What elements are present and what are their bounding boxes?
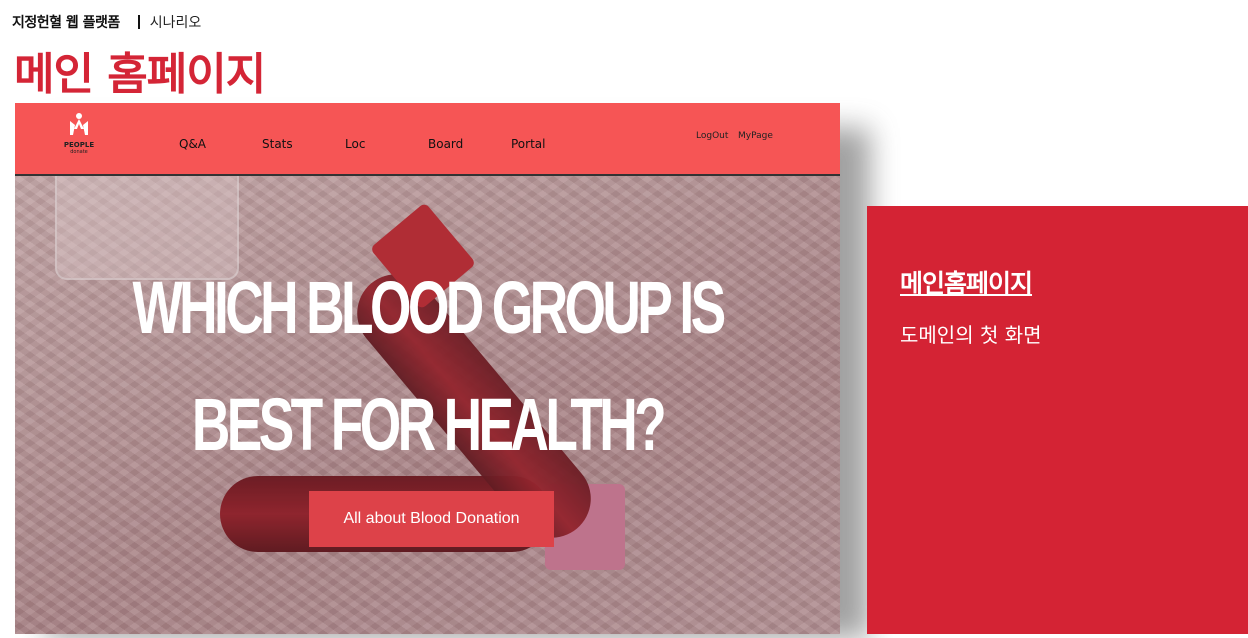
hero-headline-line1: WHICH BLOOD GROUP IS — [132, 266, 726, 349]
logout-link[interactable]: LogOut — [696, 131, 728, 141]
blood-donation-cta-button[interactable]: All about Blood Donation — [309, 491, 554, 547]
logo-text: PEOPLE — [63, 141, 95, 149]
nav-board[interactable]: Board — [428, 137, 463, 151]
panel-title: 메인홈페이지 — [900, 269, 1033, 298]
nav-qna[interactable]: Q&A — [179, 137, 206, 151]
nav-portal[interactable]: Portal — [511, 137, 545, 151]
site-logo[interactable]: PEOPLE donate — [59, 111, 99, 165]
divider — [137, 15, 140, 29]
website-frame: PEOPLE donate Q&A Stats Loc Board Portal… — [15, 103, 840, 634]
hero-headline-line2: BEST FOR HEALTH? — [191, 383, 667, 466]
mypage-link[interactable]: MyPage — [738, 131, 773, 141]
nav-loc[interactable]: Loc — [345, 137, 365, 151]
panel-description: 도메인의 첫 화면 — [900, 323, 1042, 347]
hero-banner: WHICH BLOOD GROUP IS BEST FOR HEALTH? Al… — [15, 176, 840, 634]
project-name: 지정헌혈 웹 플랫폼 — [12, 15, 120, 31]
page-title: 메인 홈페이지 — [14, 49, 266, 100]
site-navbar: PEOPLE donate Q&A Stats Loc Board Portal… — [15, 103, 840, 176]
header-line: 지정헌혈 웹 플랫폼 시나리오 — [12, 12, 201, 32]
section-label: 시나리오 — [149, 15, 202, 31]
logo-subtext: donate — [70, 149, 88, 155]
people-figure-icon — [70, 113, 88, 135]
website-screenshot: PEOPLE donate Q&A Stats Loc Board Portal… — [15, 103, 870, 638]
nav-stats[interactable]: Stats — [262, 137, 293, 151]
description-panel: 메인홈페이지 도메인의 첫 화면 — [867, 206, 1248, 634]
